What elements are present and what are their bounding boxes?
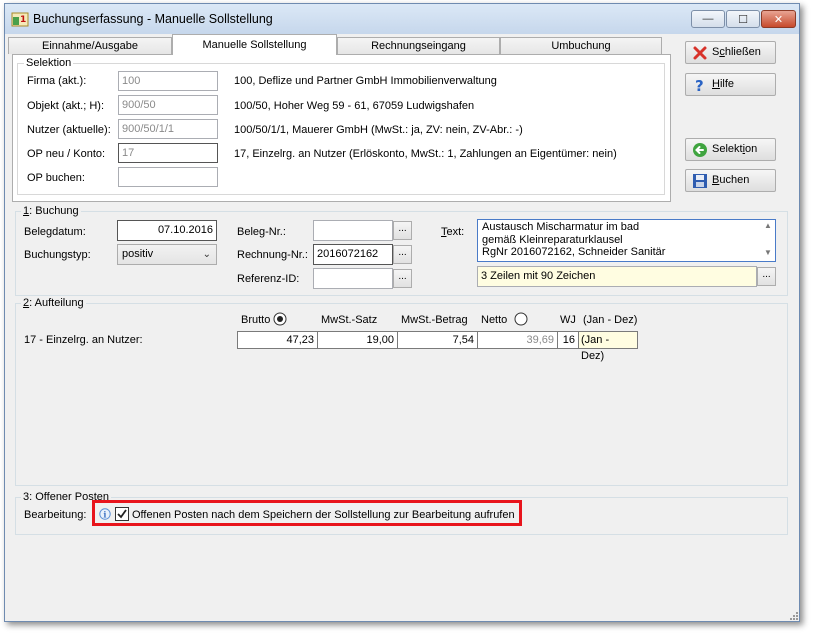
text-line-1: Austausch Mischarmatur im bad (482, 221, 640, 233)
text-label: Text: (441, 226, 465, 238)
back-arrow-icon (693, 143, 707, 157)
objekt-label: Objekt (akt.; H): (27, 100, 105, 112)
help-question-icon: ? (695, 77, 704, 93)
mwst-satz-cell[interactable]: 19,00 (318, 331, 398, 349)
tab-manuelle-sollstellung[interactable]: Manuelle Sollstellung (172, 34, 337, 55)
referenz-browse-button[interactable]: ... (393, 269, 412, 288)
brutto-cell[interactable]: 47,23 (237, 331, 318, 349)
op-konto-field[interactable]: 17 (118, 143, 218, 163)
close-button[interactable]: Schließen (685, 41, 776, 64)
help-button[interactable]: ? Hilfe (685, 73, 776, 96)
belegnr-label: Beleg-Nr.: (237, 226, 286, 238)
tab-umbuchung[interactable]: Umbuchung (500, 37, 662, 54)
title-bar: 1 Buchungserfassung - Manuelle Sollstell… (5, 4, 799, 34)
textarea-scrollbar[interactable]: ▲ ▼ (762, 221, 774, 260)
mwst-betrag-cell[interactable]: 7,54 (398, 331, 478, 349)
close-x-icon (693, 46, 707, 60)
aufteilung-title: 2: Aufteilung (21, 297, 86, 309)
checkmark-icon (117, 509, 127, 519)
referenz-label: Referenz-ID: (237, 273, 300, 285)
period-cell: (Jan - Dez) (579, 331, 638, 362)
save-disk-icon (693, 174, 707, 188)
svg-text:1: 1 (20, 15, 26, 25)
booking-window: 1 Buchungserfassung - Manuelle Sollstell… (4, 3, 800, 622)
op-buchen-field[interactable] (118, 167, 218, 187)
app-icon: 1 (11, 12, 29, 27)
nutzer-info: 100/50/1/1, Mauerer GmbH (MwSt.: ja, ZV:… (234, 124, 523, 136)
mwst-satz-header: MwSt.-Satz (321, 314, 378, 326)
belegnr-field[interactable] (313, 220, 393, 241)
objekt-field[interactable]: 900/50 (118, 95, 218, 115)
referenz-field[interactable] (313, 268, 393, 289)
close-window-button[interactable]: ✕ (761, 10, 796, 28)
svg-text:?: ? (695, 77, 704, 93)
tab-panel: Selektion Firma (akt.): 100 100, Deflize… (12, 54, 671, 202)
svg-text:i: i (103, 510, 106, 520)
offener-posten-checkbox[interactable] (115, 507, 129, 521)
window-title: Buchungserfassung - Manuelle Sollstellun… (33, 12, 273, 26)
chevron-down-icon: ⌄ (202, 249, 211, 260)
belegnr-browse-button[interactable]: ... (393, 221, 412, 240)
nutzer-label: Nutzer (aktuelle): (27, 124, 111, 136)
op-konto-info: 17, Einzelrg. an Nutzer (Erlöskonto, MwS… (234, 148, 617, 160)
objekt-info: 100/50, Hoher Weg 59 - 61, 67059 Ludwigs… (234, 100, 475, 112)
rechnungnr-field[interactable]: 2016072162 (313, 244, 393, 265)
mwst-betrag-header: MwSt.-Betrag (401, 314, 468, 326)
op-konto-label: OP neu / Konto: (27, 148, 106, 160)
firma-label: Firma (akt.): (27, 75, 87, 87)
firma-field[interactable]: 100 (118, 71, 218, 91)
rechnungnr-label: Rechnung-Nr.: (237, 249, 308, 261)
netto-radio[interactable] (514, 312, 528, 326)
selektion-button[interactable]: Selektion (685, 138, 776, 161)
maximize-button[interactable]: ☐ (726, 10, 760, 28)
buchungstyp-select[interactable]: positiv ⌄ (117, 244, 217, 265)
wj-header: WJ (560, 314, 576, 326)
firma-info: 100, Deflize und Partner GmbH Immobilien… (234, 75, 497, 87)
selektion-title: Selektion (24, 57, 74, 69)
buchungstyp-label: Buchungstyp: (24, 249, 91, 261)
brutto-header: Brutto (241, 314, 271, 326)
netto-cell[interactable]: 39,69 (478, 331, 558, 349)
bearbeitung-label: Bearbeitung: (24, 509, 87, 521)
aufteilung-row-label: 17 - Einzelrg. an Nutzer: (24, 334, 143, 346)
tab-rechnungseingang[interactable]: Rechnungseingang (337, 37, 500, 54)
text-textarea[interactable]: Austausch Mischarmatur im bad gemäß Klei… (477, 219, 776, 262)
buchungstyp-value: positiv (122, 248, 154, 260)
minimize-button[interactable]: — (691, 10, 725, 28)
op-buchen-label: OP buchen: (27, 172, 85, 184)
resize-grip-icon[interactable] (787, 609, 799, 621)
belegdatum-label: Belegdatum: (24, 226, 86, 238)
text-line-3: RgNr 2016072162, Schneider Sanitär (482, 246, 666, 258)
offener-posten-checkbox-label[interactable]: Offenen Posten nach dem Speichern der So… (132, 509, 515, 521)
text-line-2: gemäß Kleinreparaturklausel (482, 233, 623, 246)
info-icon: i (99, 508, 111, 520)
brutto-radio[interactable] (273, 312, 287, 326)
belegdatum-field[interactable]: 07.10.2016 (117, 220, 217, 241)
period-header: (Jan - Dez) (583, 314, 638, 326)
book-button[interactable]: Buchen (685, 169, 776, 192)
buchung-title: 1: Buchung (21, 205, 81, 217)
wj-cell[interactable]: 16 (558, 331, 579, 349)
tab-einnahme-ausgabe[interactable]: Einnahme/Ausgabe (8, 37, 172, 54)
text-browse-button[interactable]: ... (757, 267, 776, 286)
netto-header: Netto (481, 314, 508, 326)
rechnungnr-browse-button[interactable]: ... (393, 245, 412, 264)
text-status-field: 3 Zeilen mit 90 Zeichen (477, 266, 757, 287)
nutzer-field[interactable]: 900/50/1/1 (118, 119, 218, 139)
